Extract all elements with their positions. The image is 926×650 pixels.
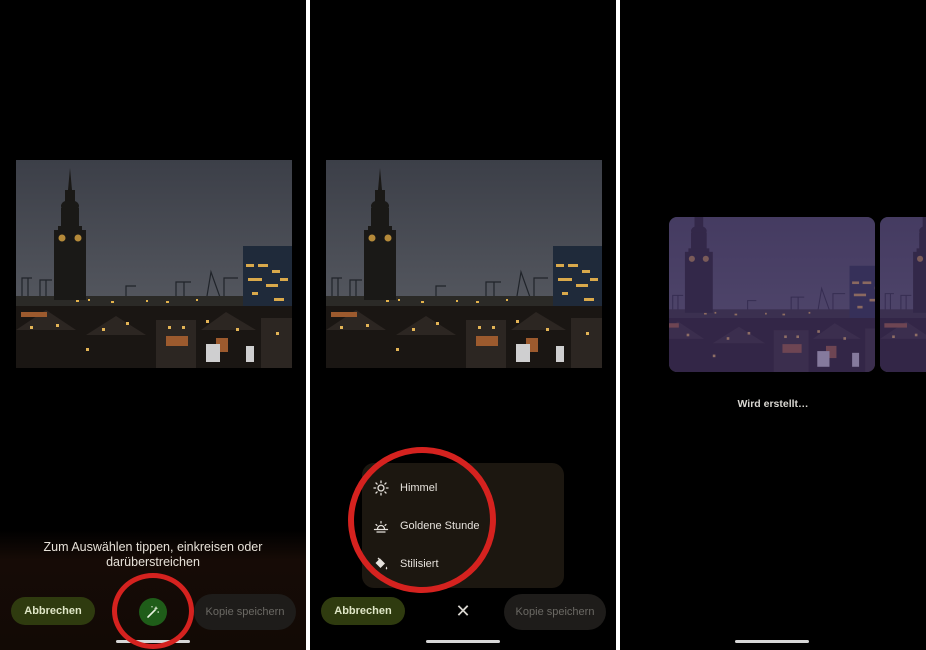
photo[interactable]: [16, 160, 292, 368]
selection-hint: Zum Auswählen tippen, einkreisen oder da…: [43, 540, 263, 569]
generating-preview: [669, 217, 875, 372]
photo[interactable]: [326, 160, 602, 368]
gesture-handle[interactable]: [735, 640, 809, 643]
screen-select: Zum Auswählen tippen, einkreisen oder da…: [0, 0, 306, 650]
save-copy-button[interactable]: Kopie speichern: [194, 594, 296, 630]
screen-generating: [620, 0, 926, 650]
status-text: Wird erstellt…: [737, 398, 809, 410]
close-icon[interactable]: ✕: [453, 601, 473, 621]
gesture-handle[interactable]: [426, 640, 500, 643]
generating-preview: [880, 217, 926, 372]
save-copy-button[interactable]: Kopie speichern: [504, 594, 606, 630]
cancel-button[interactable]: Abbrechen: [11, 597, 95, 625]
annotation-circle: [112, 573, 194, 649]
cancel-button[interactable]: Abbrechen: [321, 597, 405, 625]
